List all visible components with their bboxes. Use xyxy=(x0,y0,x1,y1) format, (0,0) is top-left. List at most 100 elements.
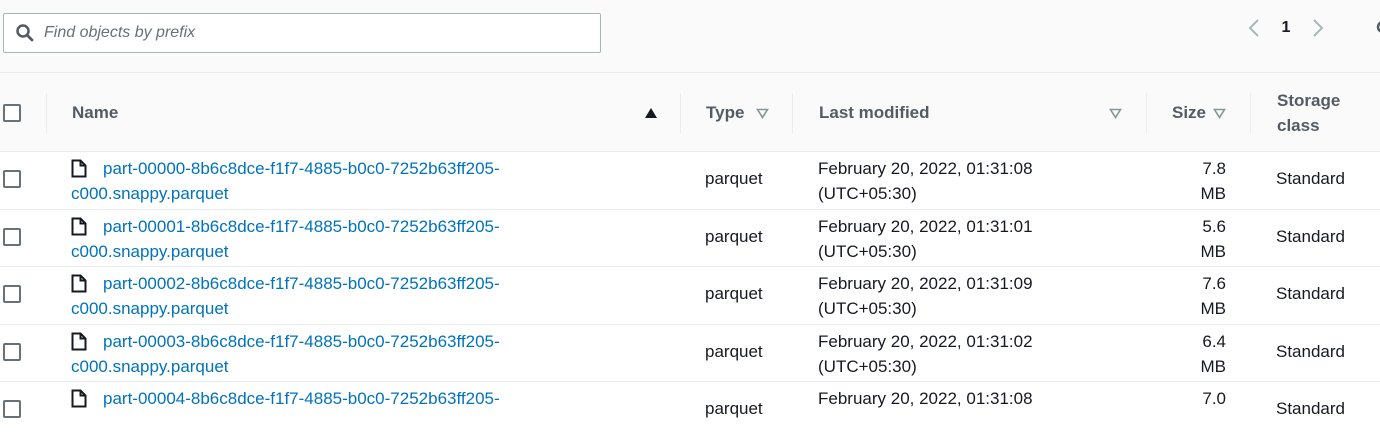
object-name-cell: part-00003-8b6c8dce-f1f7-4885-b0c0-7252b… xyxy=(71,329,551,379)
sort-descending-icon xyxy=(1109,108,1122,119)
object-link[interactable]: part-00001-8b6c8dce-f1f7-4885-b0c0-7252b… xyxy=(71,214,551,264)
size-value: 6.4 xyxy=(1202,331,1226,351)
previous-page-button[interactable] xyxy=(1240,14,1268,42)
last-modified-date: February 20, 2022, 01:31:08 xyxy=(818,389,1033,408)
size-value: 5.6 xyxy=(1202,216,1226,236)
size-cell: 7.8 MB xyxy=(1170,156,1227,206)
column-header-type[interactable]: Type xyxy=(706,73,786,153)
object-name-line1: part-00002-8b6c8dce-f1f7-4885-b0c0-7252b… xyxy=(103,274,500,293)
size-value: 7.6 xyxy=(1202,274,1226,293)
object-name-cell: part-00000-8b6c8dce-f1f7-4885-b0c0-7252b… xyxy=(71,156,551,206)
file-icon xyxy=(71,159,87,178)
select-all-checkbox[interactable] xyxy=(3,104,21,122)
storage-class-cell: Standard xyxy=(1276,341,1345,361)
row-checkbox[interactable] xyxy=(3,170,21,188)
file-icon xyxy=(71,332,87,350)
storage-class-cell: Standard xyxy=(1276,169,1345,188)
storage-class-cell: Standard xyxy=(1276,226,1345,246)
size-cell: 6.4 MB xyxy=(1170,329,1227,379)
size-cell: 7.0 xyxy=(1170,386,1226,411)
table-row: part-00003-8b6c8dce-f1f7-4885-b0c0-7252b… xyxy=(0,324,1380,382)
column-divider xyxy=(46,93,47,133)
object-link[interactable]: part-00002-8b6c8dce-f1f7-4885-b0c0-7252b… xyxy=(71,271,551,321)
object-name-cell: part-00001-8b6c8dce-f1f7-4885-b0c0-7252b… xyxy=(71,214,551,264)
column-header-name[interactable]: Name xyxy=(72,73,662,153)
size-cell: 5.6 MB xyxy=(1170,214,1227,264)
type-cell: parquet xyxy=(705,341,763,361)
storage-class-cell: Standard xyxy=(1276,284,1345,303)
column-header-storage-class[interactable]: Storage class xyxy=(1277,73,1380,153)
object-link[interactable]: part-00000-8b6c8dce-f1f7-4885-b0c0-7252b… xyxy=(71,156,551,206)
row-checkbox[interactable] xyxy=(3,342,21,361)
search-icon xyxy=(16,24,34,42)
size-unit: MB xyxy=(1200,299,1227,318)
column-header-last-modified[interactable]: Last modified xyxy=(819,73,1129,153)
object-name-line1: part-00003-8b6c8dce-f1f7-4885-b0c0-7252b… xyxy=(103,331,500,351)
sort-descending-icon xyxy=(756,108,769,119)
column-divider xyxy=(792,93,793,133)
last-modified-timezone: (UTC+05:30) xyxy=(818,184,917,203)
last-modified-date: February 20, 2022, 01:31:01 xyxy=(818,216,1033,236)
last-modified-date: February 20, 2022, 01:31:08 xyxy=(818,159,1033,178)
column-header-storage-class-line1: Storage xyxy=(1277,91,1341,110)
search-input[interactable] xyxy=(44,15,584,51)
table-row: part-00002-8b6c8dce-f1f7-4885-b0c0-7252b… xyxy=(0,267,1380,325)
file-icon xyxy=(71,274,87,293)
object-name-line1: part-00004-8b6c8dce-f1f7-4885-b0c0-7252b… xyxy=(103,389,500,408)
type-cell: parquet xyxy=(705,399,763,418)
table-header: Name Type Last modified Size Storage cla… xyxy=(0,72,1380,152)
object-name-cell: part-00002-8b6c8dce-f1f7-4885-b0c0-7252b… xyxy=(71,271,551,321)
chevron-left-icon xyxy=(1248,19,1259,37)
page-number-button[interactable]: 1 xyxy=(1268,19,1304,37)
size-unit: MB xyxy=(1200,184,1227,203)
column-header-name-label: Name xyxy=(72,103,119,122)
last-modified-timezone: (UTC+05:30) xyxy=(818,356,917,376)
object-name-line2: c000.snappy.parquet xyxy=(71,241,229,261)
row-checkbox[interactable] xyxy=(3,400,21,418)
object-name-line1: part-00001-8b6c8dce-f1f7-4885-b0c0-7252b… xyxy=(103,216,500,236)
search-box[interactable] xyxy=(3,13,601,53)
storage-class-cell: Standard xyxy=(1276,399,1345,418)
table-row: part-00001-8b6c8dce-f1f7-4885-b0c0-7252b… xyxy=(0,209,1380,267)
type-cell: parquet xyxy=(705,169,763,188)
column-header-size-label: Size xyxy=(1172,103,1207,122)
last-modified-date: February 20, 2022, 01:31:02 xyxy=(818,331,1033,351)
last-modified-timezone: (UTC+05:30) xyxy=(818,241,917,261)
chevron-right-icon xyxy=(1313,19,1324,37)
table-row: part-00000-8b6c8dce-f1f7-4885-b0c0-7252b… xyxy=(0,152,1380,210)
file-icon xyxy=(71,217,87,235)
row-checkbox[interactable] xyxy=(3,285,21,303)
type-cell: parquet xyxy=(705,284,763,303)
last-modified-cell: February 20, 2022, 01:31:09 (UTC+05:30) xyxy=(818,271,1033,321)
settings-icon[interactable] xyxy=(1374,18,1380,36)
pagination: 1 xyxy=(1240,14,1332,42)
size-value: 7.0 xyxy=(1202,389,1226,408)
file-icon xyxy=(71,389,87,408)
size-cell: 7.6 MB xyxy=(1170,271,1227,321)
column-header-last-modified-label: Last modified xyxy=(819,103,930,122)
object-name-line2: c000.snappy.parquet xyxy=(71,299,229,318)
column-header-storage-class-line2: class xyxy=(1277,116,1320,135)
last-modified-cell: February 20, 2022, 01:31:02 (UTC+05:30) xyxy=(818,329,1033,379)
next-page-button[interactable] xyxy=(1304,14,1332,42)
column-header-type-label: Type xyxy=(706,103,745,122)
object-link[interactable]: part-00003-8b6c8dce-f1f7-4885-b0c0-7252b… xyxy=(71,329,551,379)
last-modified-cell: February 20, 2022, 01:31:08 (UTC+05:30) xyxy=(818,156,1033,206)
toolbar: 1 xyxy=(0,0,1380,72)
size-value: 7.8 xyxy=(1202,159,1226,178)
table-row: part-00004-8b6c8dce-f1f7-4885-b0c0-7252b… xyxy=(0,382,1380,440)
row-checkbox[interactable] xyxy=(3,227,21,246)
object-name-line2: c000.snappy.parquet xyxy=(71,356,229,376)
size-unit: MB xyxy=(1200,241,1227,261)
last-modified-date: February 20, 2022, 01:31:09 xyxy=(818,274,1033,293)
object-link[interactable]: part-00004-8b6c8dce-f1f7-4885-b0c0-7252b… xyxy=(71,386,551,411)
column-header-size[interactable]: Size xyxy=(1172,73,1242,153)
column-divider xyxy=(1146,93,1147,133)
column-divider xyxy=(680,93,681,133)
sort-descending-icon xyxy=(1213,108,1226,119)
last-modified-timezone: (UTC+05:30) xyxy=(818,299,917,318)
object-name-cell: part-00004-8b6c8dce-f1f7-4885-b0c0-7252b… xyxy=(71,386,551,411)
type-cell: parquet xyxy=(705,226,763,246)
size-unit: MB xyxy=(1200,356,1227,376)
last-modified-cell: February 20, 2022, 01:31:01 (UTC+05:30) xyxy=(818,214,1033,264)
